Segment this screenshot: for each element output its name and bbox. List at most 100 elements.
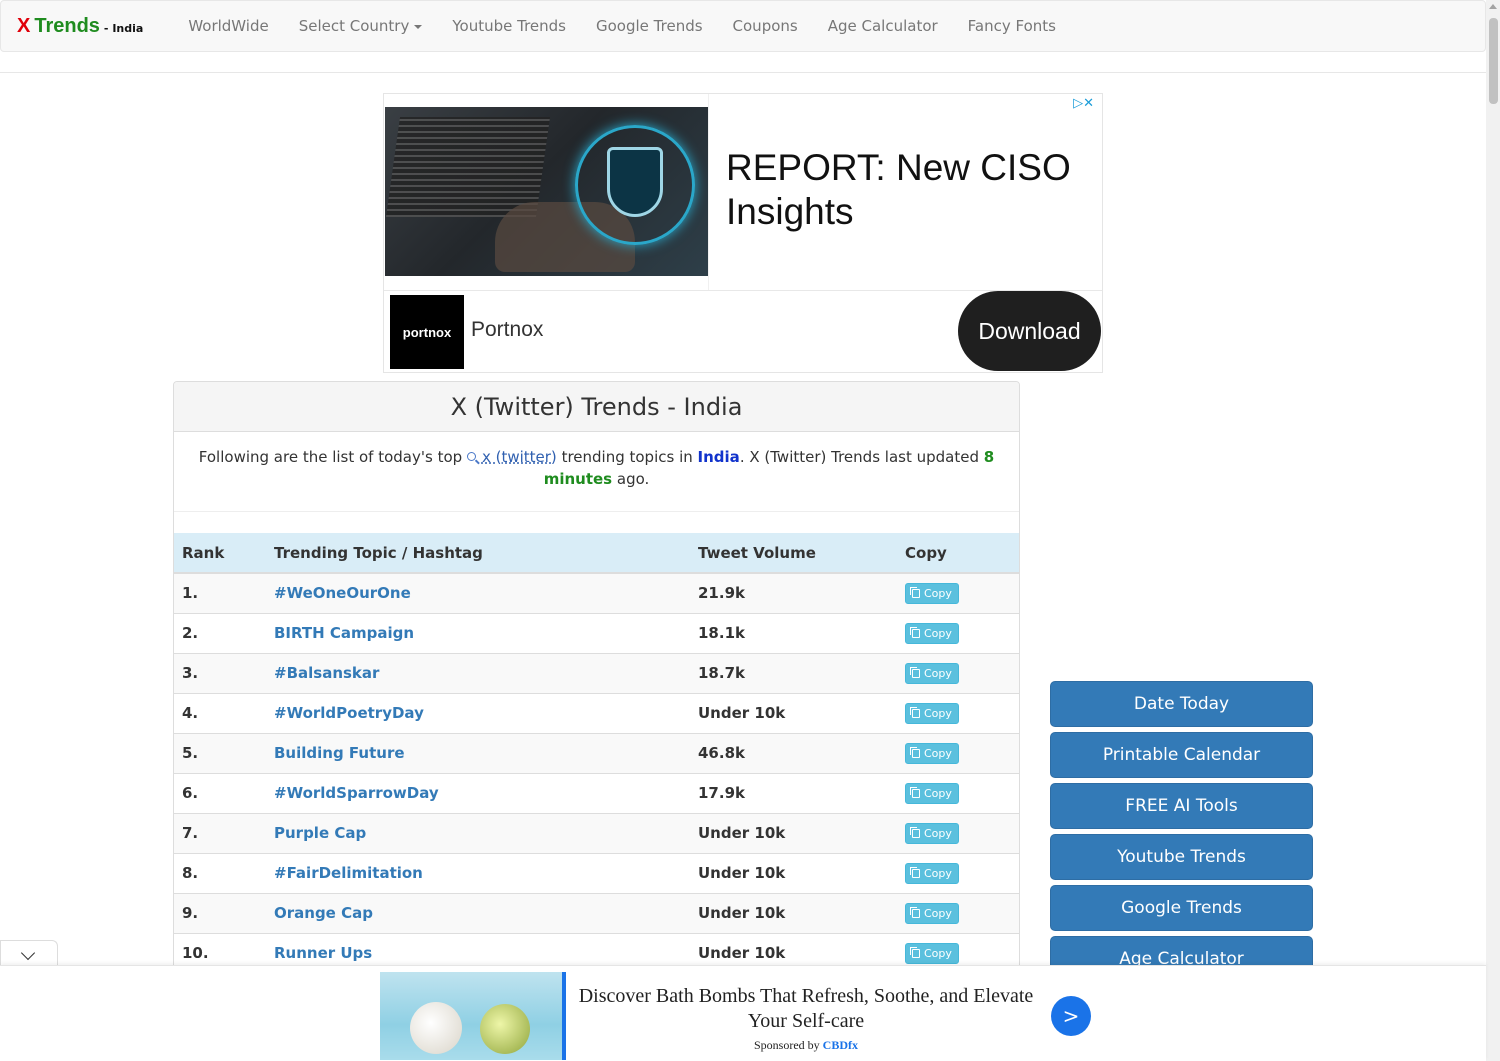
brand-trends: Trends — [34, 14, 100, 37]
copy-label: Copy — [924, 826, 952, 840]
intro-suffix: . X (Twitter) Trends last updated — [739, 448, 979, 466]
trends-table: Rank Trending Topic / Hashtag Tweet Volu… — [174, 533, 1019, 973]
ad-download-button[interactable]: Download — [958, 291, 1101, 371]
row-topic-link[interactable]: #Balsanskar — [266, 652, 690, 693]
row-volume: 21.9k — [690, 572, 897, 613]
free-ai-tools-button[interactable]: FREE AI Tools — [1050, 783, 1313, 829]
copy-button[interactable]: Copy — [905, 742, 959, 764]
nav-worldwide[interactable]: WorldWide — [173, 17, 283, 35]
row-copy-cell: Copy — [897, 732, 1019, 773]
row-topic-link[interactable]: #WorldPoetryDay — [266, 692, 690, 733]
table-row: 4. #WorldPoetryDay Under 10k Copy — [174, 692, 1019, 733]
header-copy: Copy — [897, 533, 1019, 574]
nav-select-country[interactable]: Select Country — [284, 17, 438, 35]
row-topic-link[interactable]: BIRTH Campaign — [266, 612, 690, 653]
row-volume: 18.7k — [690, 652, 897, 693]
row-copy-cell: Copy — [897, 812, 1019, 853]
nav-fancy-fonts[interactable]: Fancy Fonts — [953, 17, 1071, 35]
row-topic-link[interactable]: #WorldSparrowDay — [266, 772, 690, 813]
brand-logo[interactable]: X Trends - India — [1, 15, 143, 38]
row-volume: Under 10k — [690, 852, 897, 893]
row-topic-link[interactable]: #FairDelimitation — [266, 852, 690, 893]
country-name: India — [697, 448, 740, 466]
copy-label: Copy — [924, 746, 952, 760]
row-topic-link[interactable]: Purple Cap — [266, 812, 690, 853]
ad-headline[interactable]: Discover Bath Bombs That Refresh, Soothe… — [575, 984, 1037, 1034]
copy-button[interactable]: Copy — [905, 662, 959, 684]
row-volume: Under 10k — [690, 692, 897, 733]
copy-button[interactable]: Copy — [905, 782, 959, 804]
nav-youtube-trends[interactable]: Youtube Trends — [437, 17, 581, 35]
copy-label: Copy — [924, 666, 952, 680]
navbar: X Trends - India WorldWide Select Countr… — [0, 0, 1486, 52]
trends-panel: X (Twitter) Trends - India Following are… — [173, 381, 1020, 981]
bottom-ad-banner[interactable]: Discover Bath Bombs That Refresh, Soothe… — [0, 965, 1486, 1061]
header-topic: Trending Topic / Hashtag — [266, 533, 690, 574]
row-rank: 5. — [174, 732, 266, 773]
copy-label: Copy — [924, 786, 952, 800]
intro-mid: trending topics in — [561, 448, 693, 466]
youtube-trends-button[interactable]: Youtube Trends — [1050, 834, 1313, 880]
row-topic-link[interactable]: #WeOneOurOne — [266, 572, 690, 613]
ad-sponsor-prefix: Sponsored by — [753, 1038, 820, 1052]
printable-calendar-button[interactable]: Printable Calendar — [1050, 732, 1313, 778]
ad-collapse-toggle[interactable] — [0, 940, 58, 967]
copy-icon — [910, 866, 920, 878]
copy-button[interactable]: Copy — [905, 862, 959, 884]
intro-prefix: Following are the list of today's top — [198, 448, 463, 466]
table-row: 7. Purple Cap Under 10k Copy — [174, 812, 1019, 853]
copy-label: Copy — [924, 586, 952, 600]
row-rank: 8. — [174, 852, 266, 893]
scroll-up-icon[interactable] — [1489, 4, 1497, 9]
date-today-button[interactable]: Date Today — [1050, 681, 1313, 727]
x-twitter-link[interactable]: x (twitter) — [482, 448, 557, 466]
ad-headline[interactable]: REPORT: New CISO Insights — [726, 146, 1086, 234]
ad-sponsor-name[interactable]: CBDfx — [823, 1038, 858, 1052]
intro-text: Following are the list of today's top x … — [174, 432, 1019, 512]
row-copy-cell: Copy — [897, 652, 1019, 693]
ad-go-button[interactable]: > — [1051, 996, 1091, 1036]
copy-button[interactable]: Copy — [905, 902, 959, 924]
table-row: 3. #Balsanskar 18.7k Copy — [174, 652, 1019, 693]
ad-sponsor: Sponsored by CBDfx — [575, 1038, 1037, 1053]
copy-button[interactable]: Copy — [905, 622, 959, 644]
copy-icon — [910, 946, 920, 958]
copy-label: Copy — [924, 906, 952, 920]
copy-label: Copy — [924, 946, 952, 960]
row-rank: 4. — [174, 692, 266, 733]
copy-button[interactable]: Copy — [905, 822, 959, 844]
scrollbar-thumb[interactable] — [1489, 18, 1498, 104]
intro-end: ago. — [616, 470, 650, 488]
row-volume: 17.9k — [690, 772, 897, 813]
copy-button[interactable]: Copy — [905, 702, 959, 724]
row-topic-link[interactable]: Orange Cap — [266, 892, 690, 933]
adchoices-icon[interactable]: ▷✕ — [1073, 96, 1094, 111]
table-header-row: Rank Trending Topic / Hashtag Tweet Volu… — [174, 533, 1019, 574]
row-rank: 7. — [174, 812, 266, 853]
shield-icon — [607, 147, 663, 217]
copy-label: Copy — [924, 626, 952, 640]
table-row: 1. #WeOneOurOne 21.9k Copy — [174, 572, 1019, 613]
copy-icon — [910, 906, 920, 918]
copy-label: Copy — [924, 706, 952, 720]
nav-google-trends[interactable]: Google Trends — [581, 17, 718, 35]
row-rank: 1. — [174, 572, 266, 613]
nav-age-calculator[interactable]: Age Calculator — [813, 17, 953, 35]
table-row: 5. Building Future 46.8k Copy — [174, 732, 1019, 773]
top-ad-banner[interactable]: ▷✕ REPORT: New CISO Insights portnox Por… — [383, 93, 1103, 373]
brand-country: - India — [103, 21, 144, 35]
google-trends-button[interactable]: Google Trends — [1050, 885, 1313, 931]
scrollbar[interactable] — [1486, 0, 1500, 1061]
copy-icon — [910, 706, 920, 718]
ad-image — [385, 107, 708, 276]
nav-coupons[interactable]: Coupons — [718, 17, 813, 35]
ad-logo[interactable]: portnox — [390, 295, 464, 369]
table-row: 8. #FairDelimitation Under 10k Copy — [174, 852, 1019, 893]
ad-brand-name[interactable]: Portnox — [471, 318, 543, 342]
row-volume: Under 10k — [690, 812, 897, 853]
table-row: 9. Orange Cap Under 10k Copy — [174, 892, 1019, 933]
page-title: X (Twitter) Trends - India — [174, 382, 1019, 432]
copy-button[interactable]: Copy — [905, 942, 959, 964]
row-topic-link[interactable]: Building Future — [266, 732, 690, 773]
copy-button[interactable]: Copy — [905, 582, 959, 604]
